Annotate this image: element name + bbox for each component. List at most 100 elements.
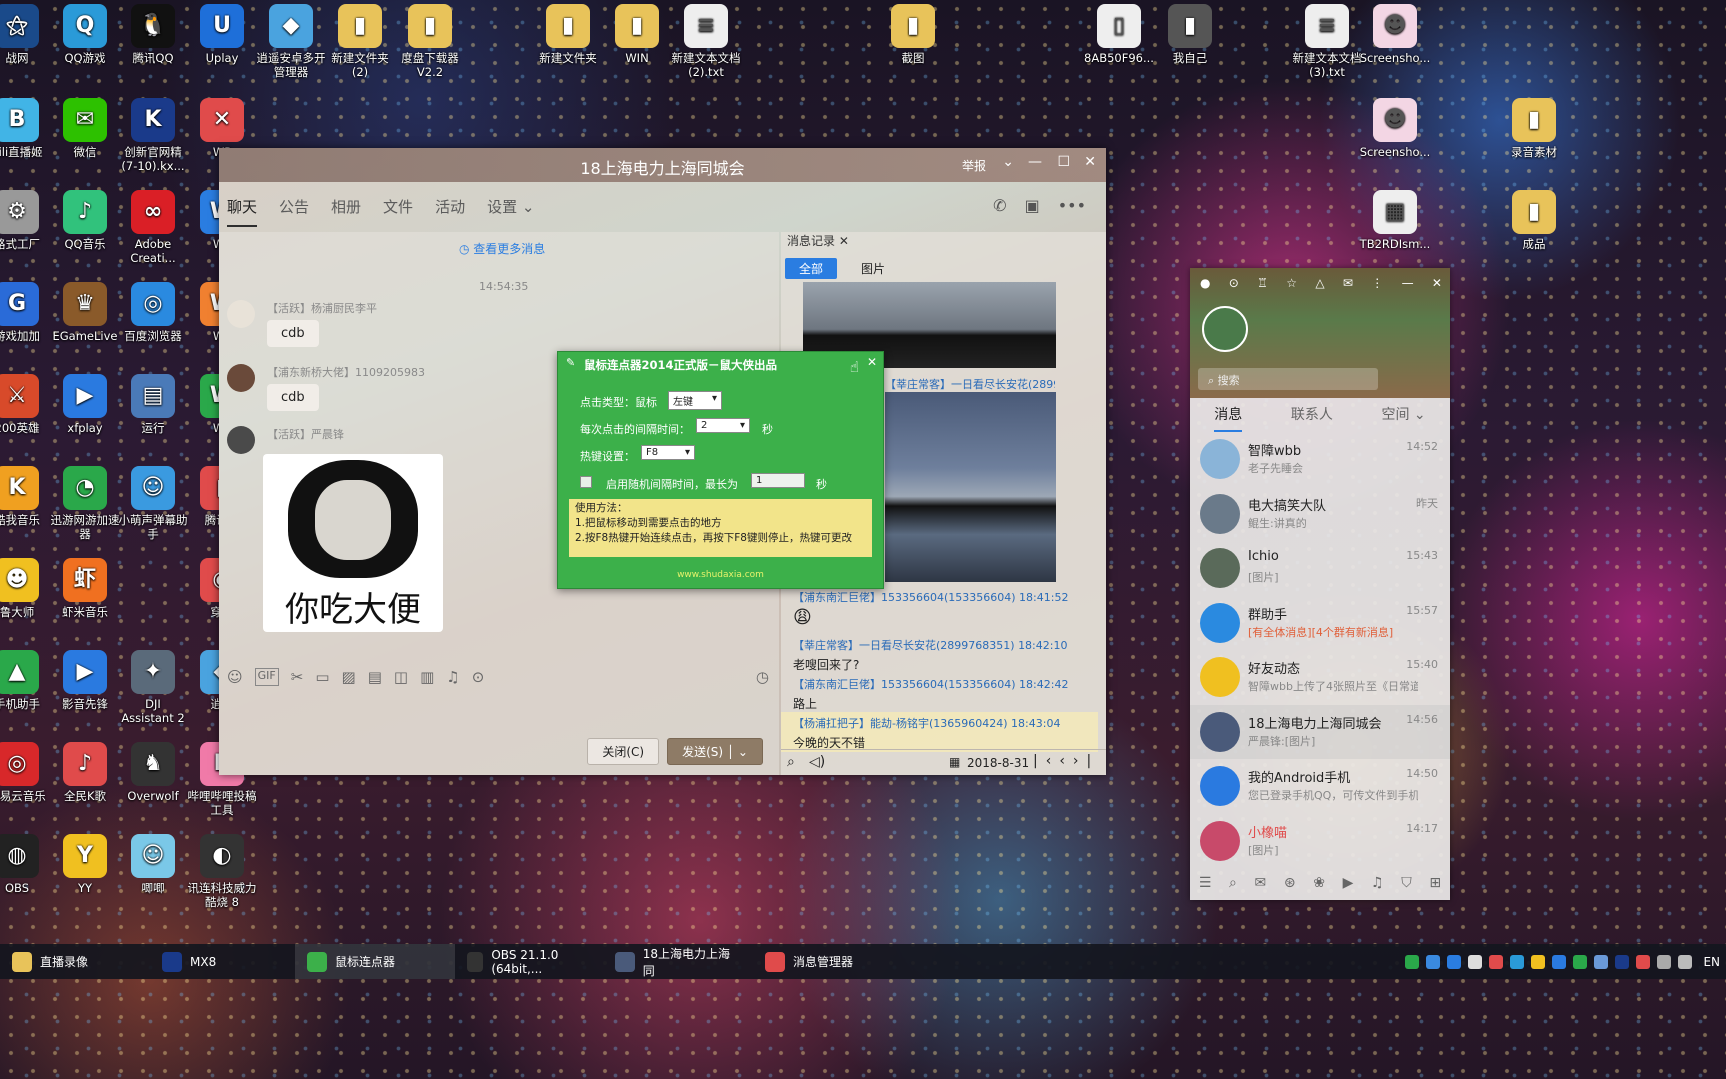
search-input[interactable]: ⌕ 搜索 [1198, 368, 1378, 390]
hotkey-select[interactable]: F8 ▾ [641, 445, 695, 460]
title-bar[interactable]: 18上海电力上海同城会 举报 ⌄ — ☐ ✕ [219, 148, 1106, 182]
desktop-icon[interactable]: Q QQ游戏 [47, 4, 123, 65]
desktop-icon[interactable]: ◔ 迅游网游加速 器 [47, 466, 123, 541]
phone-icon[interactable]: ✆ [993, 196, 1006, 215]
desktop-icon[interactable]: ▶ 影音先锋 [47, 650, 123, 711]
tab-messages[interactable]: 消息 [1214, 404, 1243, 432]
avatar[interactable] [1202, 306, 1248, 352]
tab-space[interactable]: 空间 ⌄ [1381, 404, 1425, 432]
desktop-icon[interactable]: ▮ 度盘下载器 V2.2 [392, 4, 468, 79]
bell-icon[interactable]: ♫ [446, 668, 459, 686]
more-options-icon[interactable]: ⊙ [472, 668, 485, 686]
minimize-icon[interactable]: — [1028, 154, 1042, 170]
message-bubble[interactable]: cdb [267, 320, 319, 347]
desktop-icon[interactable]: ≡ 新建文本文档 (3).txt [1289, 4, 1365, 79]
search-icon[interactable]: ⌕ [787, 754, 795, 770]
desktop-icon[interactable]: ☻ Screensho... [1357, 4, 1433, 65]
taskbar-item[interactable]: 鼠标连点器 [295, 944, 455, 979]
desktop-icon[interactable]: ▮ 新建文件夹 [530, 4, 606, 65]
tab-images[interactable]: 图片 [847, 258, 899, 279]
skin-icon[interactable]: ♖ [1257, 276, 1268, 290]
menu-icon[interactable]: ⋮ [1371, 276, 1383, 290]
desktop-icon[interactable]: ▮ WIN [599, 4, 675, 65]
history-date[interactable]: 2018-8-31 [967, 756, 1029, 770]
random-interval-checkbox[interactable] [580, 476, 592, 488]
desktop-icon[interactable]: ♪ QQ音乐 [47, 190, 123, 251]
mail-icon[interactable]: ✉ [1255, 875, 1267, 891]
maximize-icon[interactable]: ☐ [1057, 154, 1070, 170]
tab-settings[interactable]: 设置 ⌄ [487, 196, 534, 227]
vote-icon[interactable]: ▥ [420, 668, 434, 686]
tray-icon[interactable] [1468, 954, 1483, 969]
taskbar-item[interactable]: 18上海电力上海同 [603, 944, 753, 979]
contact-item[interactable]: 群助手 [有全体消息][4个群有新消息] 15:57 [1190, 596, 1450, 650]
history-tab[interactable]: 消息记录 ✕ [787, 232, 849, 249]
random-interval-input[interactable]: 1 [751, 473, 805, 488]
sender-name[interactable]: 【浦东新桥大佬】1109205983 [267, 364, 425, 380]
desktop-icon[interactable]: ◐ 讯连科技威力 酷烧 8 [184, 834, 260, 909]
warning-icon[interactable]: △ [1315, 276, 1324, 290]
clock-icon[interactable]: ◷ [756, 668, 769, 686]
apps-icon[interactable]: ⊞ [1429, 875, 1441, 891]
history-image[interactable] [885, 392, 1056, 582]
desktop-icon[interactable]: ▤ 运行 [115, 374, 191, 435]
more-icon[interactable]: ••• [1058, 196, 1086, 215]
contact-item[interactable]: 18上海电力上海同城会 严晨锋:[图片] 14:56 [1190, 704, 1450, 759]
desktop-icon[interactable]: ♪ 全民K歌 [47, 742, 123, 803]
desktop-icon[interactable]: ▮ 截图 [875, 4, 951, 65]
game-icon[interactable]: ⊛ [1284, 875, 1296, 891]
avatar[interactable] [227, 364, 255, 392]
close-icon[interactable]: ✕ [867, 355, 877, 369]
desktop-icon[interactable]: ▦ TB2RDIsm... [1357, 190, 1433, 251]
desktop-icon[interactable]: ☺ 唧唧 [115, 834, 191, 895]
settings-icon[interactable]: ❀ [1313, 875, 1325, 891]
network-icon[interactable] [1657, 954, 1672, 969]
sender-name[interactable]: 【活跃】杨浦厨民李平 [267, 300, 377, 316]
click-type-select[interactable]: 左键 ▾ [668, 391, 722, 410]
tray-icon[interactable] [1531, 954, 1546, 969]
tray-icon[interactable] [1552, 954, 1567, 969]
tray-icon[interactable] [1510, 954, 1525, 969]
image-icon[interactable]: ▨ [342, 668, 356, 686]
desktop-icon[interactable]: U Uplay [184, 4, 260, 65]
sender-name[interactable]: 【活跃】严晨锋 [267, 426, 344, 442]
minimize-icon[interactable]: — [1402, 276, 1414, 290]
website-link[interactable]: www.shudaxia.com [558, 570, 883, 580]
desktop-icon[interactable]: ✦ DJI Assistant 2 [115, 650, 191, 725]
avatar[interactable] [227, 426, 255, 454]
contact-item[interactable]: Ichio [图片] 15:43 [1190, 541, 1450, 595]
contact-item[interactable]: 小橡喵 [图片] 14:17 [1190, 814, 1450, 868]
desktop-icon[interactable]: ▮ 我自己 [1152, 4, 1228, 65]
desktop-icon[interactable]: ≡ 新建文本文档 (2).txt [668, 4, 744, 79]
gift-icon[interactable]: ◫ [394, 668, 408, 686]
mail-icon[interactable]: ⊙ [1229, 276, 1239, 290]
desktop-icon[interactable]: ◎ 百度浏览器 [115, 282, 191, 343]
tray-icon[interactable] [1447, 954, 1462, 969]
group-chat-icon[interactable]: ▣ [1025, 196, 1040, 215]
close-button[interactable]: 关闭(C) [587, 738, 660, 765]
search-icon[interactable]: ⌕ [1229, 875, 1237, 891]
contact-item[interactable]: 好友动态 智障wbb上传了4张照片至《日常道 15:40 [1190, 650, 1450, 704]
desktop-icon[interactable]: ▯ 8AB50F96... [1081, 4, 1157, 65]
tray-icon[interactable] [1573, 954, 1588, 969]
red-packet-icon[interactable]: ▤ [368, 668, 382, 686]
taskbar-item[interactable]: OBS 21.1.0 (64bit,... [455, 944, 603, 979]
desktop-icon[interactable]: K 创新官网精 (7-10).kx... [115, 98, 191, 173]
tab-files[interactable]: 文件 [383, 196, 413, 227]
send-button[interactable]: 发送(S) │ ⌄ [667, 738, 763, 765]
speaker-icon[interactable]: ◁) [809, 754, 825, 770]
message-bubble[interactable]: cdb [267, 384, 319, 411]
tab-chat[interactable]: 聊天 [227, 196, 258, 227]
contact-item[interactable]: 我的Android手机 您已登录手机QQ，可传文件到手机 14:50 [1190, 759, 1450, 813]
emoji-icon[interactable]: ☺ [227, 668, 243, 686]
tray-icon[interactable] [1426, 954, 1441, 969]
desktop-icon[interactable]: ☻ Screensho... [1357, 98, 1433, 159]
tray-icon[interactable] [1489, 954, 1504, 969]
folder-icon[interactable]: ▭ [315, 668, 329, 686]
view-more-messages-link[interactable]: ◷ 查看更多消息 [459, 240, 545, 257]
desktop-icon[interactable]: ✉ 微信 [47, 98, 123, 159]
tab-album[interactable]: 相册 [331, 196, 361, 227]
close-icon[interactable]: ✕ [1084, 154, 1096, 170]
tray-icon[interactable] [1615, 954, 1630, 969]
volume-icon[interactable] [1678, 954, 1693, 969]
